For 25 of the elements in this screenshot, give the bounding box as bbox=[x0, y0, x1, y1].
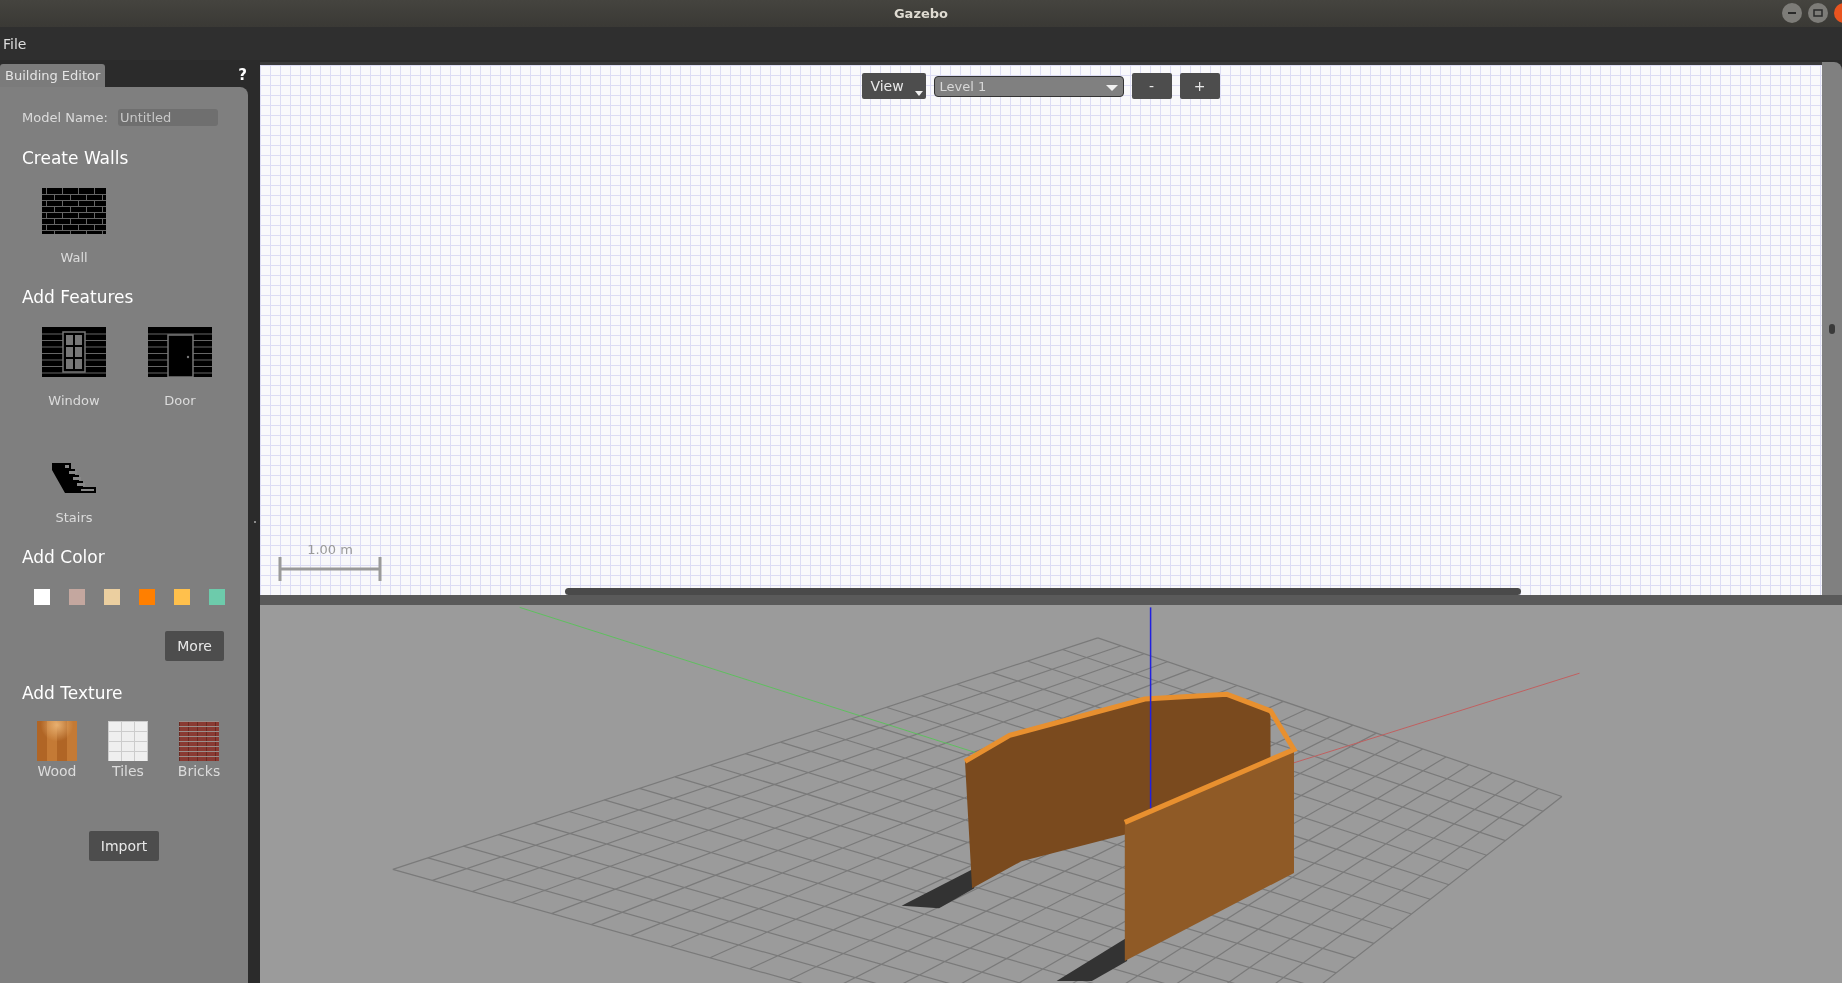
tiles-texture-button[interactable]: Tiles bbox=[107, 721, 149, 779]
editor-tab[interactable]: Building Editor bbox=[0, 64, 106, 87]
view-menu-button[interactable]: View bbox=[862, 73, 926, 99]
window-title: Gazebo bbox=[893, 6, 949, 21]
section-heading: Create Walls bbox=[22, 148, 130, 168]
wood-texture-button[interactable]: Wood bbox=[36, 721, 78, 779]
door-tool-button[interactable]: Door bbox=[134, 307, 226, 408]
section-heading: Add Texture bbox=[22, 683, 124, 703]
menu-item[interactable]: File bbox=[3, 35, 27, 52]
import-button[interactable]: Import bbox=[88, 831, 160, 861]
zoom-in-button[interactable]: + bbox=[1179, 73, 1220, 99]
section-heading: Add Color bbox=[22, 547, 106, 567]
stairs-tool-button[interactable]: Stairs bbox=[28, 442, 120, 525]
wall-tool-button[interactable]: Wall bbox=[28, 168, 120, 265]
window-tool-button[interactable]: Window bbox=[28, 307, 120, 408]
floor-plan-grid[interactable]: View Level 1 - + 1.00 m bbox=[260, 62, 1822, 595]
help-button[interactable]: ? bbox=[238, 65, 247, 84]
model-name-field[interactable]: Untitled bbox=[117, 109, 218, 126]
bricks-texture-button[interactable]: Bricks bbox=[178, 721, 220, 779]
zoom-out-button[interactable]: - bbox=[1131, 73, 1172, 99]
more-colors-button[interactable]: More bbox=[165, 631, 224, 661]
section-heading: Add Features bbox=[22, 287, 135, 307]
level-dropdown[interactable]: Level 1 bbox=[933, 75, 1124, 97]
scale-label: 1.00 m bbox=[307, 542, 353, 557]
model-name-label: Model Name: bbox=[22, 110, 108, 125]
